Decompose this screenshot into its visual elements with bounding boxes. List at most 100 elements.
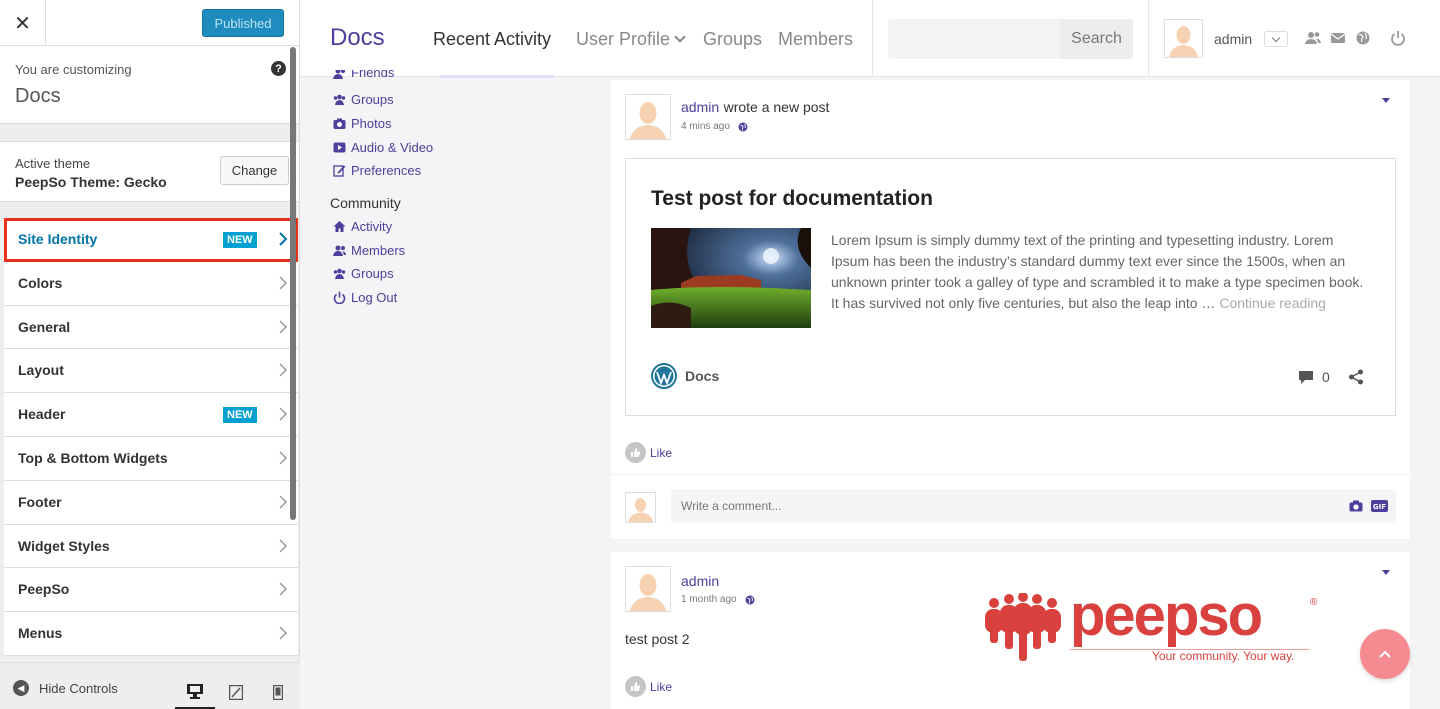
user-menu-dropdown[interactable] [1264, 31, 1288, 47]
site-brand-link[interactable]: Docs [330, 24, 385, 52]
peepso-tagline: Your community. Your way. [1152, 649, 1295, 663]
section-layout[interactable]: Layout [4, 349, 298, 394]
section-label: Widget Styles [18, 537, 110, 554]
continue-reading-link[interactable]: Continue reading [1219, 295, 1326, 311]
chevron-right-icon [279, 495, 288, 509]
link-embed-card[interactable]: Test post for documentation Lorem Ipsum … [625, 158, 1396, 416]
chevron-right-icon [279, 276, 288, 290]
post-content: test post 2 [625, 631, 690, 647]
nav-recent-activity[interactable]: Recent Activity [433, 29, 551, 50]
comment-count[interactable]: 0 [1298, 369, 1330, 385]
section-top-bottom-widgets[interactable]: Top & Bottom Widgets [4, 436, 298, 481]
like-label: Like [650, 445, 673, 460]
like-label: Like [650, 679, 673, 694]
post-meta: 4 mins ago [681, 121, 748, 132]
post-author-link[interactable]: admin [681, 573, 719, 589]
preview-mobile-button[interactable] [258, 675, 298, 709]
sidebar-item-preferences[interactable]: Preferences [333, 163, 421, 178]
friends-icon[interactable] [1305, 30, 1321, 46]
gif-icon[interactable]: GIF [1371, 500, 1388, 512]
fantasy-landscape-image [651, 228, 811, 328]
like-button[interactable]: Like [625, 676, 672, 697]
embed-title[interactable]: Test post for documentation [651, 187, 933, 211]
home-icon [333, 221, 346, 232]
public-globe-icon [738, 122, 748, 131]
post-timestamp[interactable]: 4 mins ago [681, 121, 730, 132]
close-customizer-button[interactable]: ✕ [0, 0, 46, 46]
preview-tablet-button[interactable] [216, 675, 256, 709]
post-header-line: admin wrote a new post [681, 99, 829, 117]
post-header-line: admin [681, 573, 719, 591]
sidebar-item-members[interactable]: Members [333, 243, 405, 258]
members-icon [333, 245, 346, 256]
sidebar-item-groups[interactable]: Groups [333, 92, 394, 107]
customizer-scrollbar-thumb[interactable] [290, 47, 296, 520]
nav-user-profile[interactable]: User Profile [576, 29, 686, 50]
header-avatar[interactable] [1164, 19, 1203, 58]
globe-icon[interactable] [1355, 30, 1371, 46]
community-heading: Community [330, 195, 401, 211]
header-username[interactable]: admin [1214, 31, 1252, 47]
post-options-icon[interactable] [1382, 570, 1390, 575]
section-header[interactable]: Header NEW [4, 393, 298, 437]
section-menus[interactable]: Menus [4, 612, 298, 656]
preview-desktop-button[interactable] [175, 675, 215, 709]
comment-placeholder: Write a comment... [681, 499, 782, 513]
post-timestamp[interactable]: 1 month ago [681, 594, 737, 605]
sidebar-item-community-groups[interactable]: Groups [333, 266, 394, 281]
collapse-left-icon: ◀ [13, 680, 29, 696]
avatar[interactable] [625, 566, 671, 612]
section-peepso[interactable]: PeepSo [4, 568, 298, 613]
embed-excerpt: Lorem Ipsum is simply dummy text of the … [831, 230, 1371, 314]
mail-icon[interactable] [1330, 30, 1346, 46]
change-theme-button[interactable]: Change [220, 156, 289, 185]
avatar[interactable] [625, 94, 671, 140]
customizer-footer: ◀ Hide Controls [0, 662, 300, 709]
embed-thumbnail[interactable] [651, 228, 811, 328]
section-widget-styles[interactable]: Widget Styles [4, 524, 298, 569]
help-icon[interactable]: ? [271, 61, 286, 76]
wordpress-logo-icon [651, 363, 677, 389]
section-label: Layout [18, 362, 64, 379]
friends-icon [333, 70, 345, 79]
post-options-icon[interactable] [1382, 98, 1390, 103]
nav-members[interactable]: Members [778, 29, 853, 50]
sidebar-item-audio-video[interactable]: Audio & Video [333, 140, 433, 155]
post-author-link[interactable]: admin [681, 99, 719, 115]
sidebar-item-label: Photos [351, 116, 392, 131]
hide-controls-button[interactable]: ◀ Hide Controls [13, 680, 118, 696]
section-general[interactable]: General [4, 305, 298, 350]
peepso-wordmark: peepso [1070, 587, 1263, 645]
sidebar-item-photos[interactable]: Photos [333, 116, 391, 131]
like-button[interactable]: Like [625, 442, 672, 463]
section-label: Footer [18, 493, 62, 510]
camera-icon [333, 118, 346, 129]
sidebar-item-friends[interactable]: Friends [333, 70, 394, 80]
sidebar-item-label: Log Out [351, 290, 398, 305]
hide-controls-label: Hide Controls [39, 680, 118, 696]
comment-input[interactable]: Write a comment... GIF [671, 489, 1396, 523]
search-button[interactable]: Search [1060, 19, 1133, 59]
embed-source[interactable]: Docs [651, 363, 719, 389]
sidebar-item-activity[interactable]: Activity [333, 219, 392, 234]
section-colors[interactable]: Colors [4, 261, 298, 306]
section-label: Site Identity [18, 231, 98, 247]
chevron-right-icon [279, 582, 288, 596]
share-icon[interactable] [1348, 369, 1364, 385]
section-site-identity[interactable]: Site Identity NEW [4, 218, 298, 262]
scroll-to-top-button[interactable] [1360, 629, 1410, 679]
edit-icon [333, 165, 346, 177]
customizer-panel: ✕ Published You are customizing Docs ? A… [0, 0, 300, 709]
nav-groups[interactable]: Groups [703, 29, 762, 50]
chevron-right-icon [279, 320, 288, 334]
avatar-placeholder-icon [626, 493, 655, 522]
section-footer[interactable]: Footer [4, 480, 298, 525]
published-button[interactable]: Published [202, 9, 284, 37]
camera-icon[interactable] [1349, 500, 1363, 512]
sidebar-item-logout[interactable]: Log Out [333, 290, 397, 305]
section-label: Colors [18, 274, 63, 291]
search-input[interactable] [888, 19, 1060, 59]
nav-label: User Profile [576, 29, 671, 49]
chevron-right-icon [279, 363, 288, 377]
power-icon[interactable] [1390, 30, 1406, 46]
